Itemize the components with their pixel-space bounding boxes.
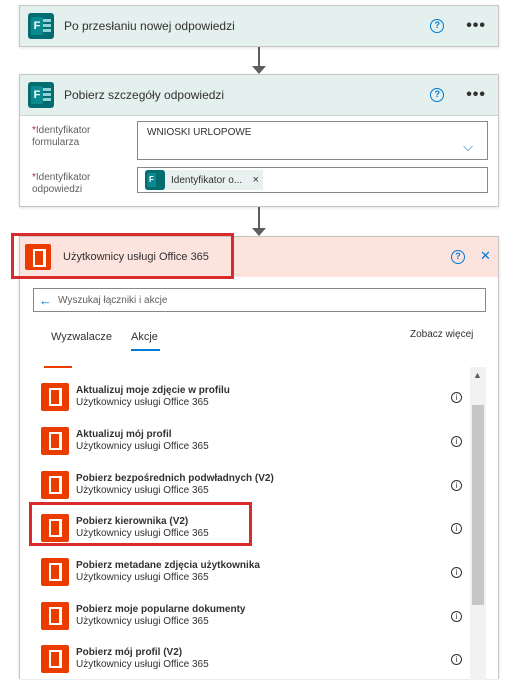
help-icon[interactable]: ? [430, 19, 445, 33]
form-id-dropdown[interactable]: WNIOSKI URLOPOWE ⌵ [137, 121, 488, 160]
action-connector: Użytkownicy usługi Office 365 [76, 485, 209, 496]
info-icon[interactable]: i [451, 479, 462, 491]
action-name: Pobierz mój profil (V2) [76, 647, 183, 658]
info-icon[interactable]: i [451, 435, 462, 447]
action-item[interactable]: Pobierz bezpośrednich podwładnych (V2) Uż… [41, 465, 469, 505]
dynamic-content-token[interactable]: F Identyfikator o... × [145, 170, 263, 190]
remove-token-icon[interactable]: × [253, 174, 259, 186]
action-name: Aktualizuj moje zdjęcie w profilu [76, 385, 230, 396]
office365-icon [41, 558, 69, 586]
form-id-value: WNIOSKI URLOPOWE [147, 127, 252, 138]
highlight-connector-header [11, 233, 234, 279]
more-options-icon[interactable]: ••• [466, 86, 486, 104]
tab-actions-underline [131, 349, 160, 351]
chevron-down-icon[interactable]: ⌵ [463, 139, 473, 155]
search-box[interactable]: ← Wyszukaj łączniki i akcje [33, 288, 486, 312]
get-response-details-card[interactable]: F Pobierz szczegóły odpowiedzi ? ••• *Id… [19, 74, 499, 207]
flow-arrow [252, 66, 266, 74]
scroll-up-icon[interactable]: ▲ [473, 370, 482, 380]
office365-icon [41, 602, 69, 630]
flow-arrow [252, 228, 266, 236]
search-input[interactable]: Wyszukaj łączniki i akcje [58, 295, 167, 306]
scrollbar-thumb[interactable] [472, 405, 484, 605]
help-icon[interactable]: ? [430, 88, 445, 102]
office365-icon [41, 427, 69, 455]
action-item[interactable]: Aktualizuj mój profil Użytkownicy usługi … [41, 421, 469, 461]
action-connector: Użytkownicy usługi Office 365 [76, 659, 209, 670]
response-id-label: *Identyfikator odpowiedzi [32, 172, 91, 195]
action-connector: Użytkownicy usługi Office 365 [76, 572, 209, 583]
trigger-card[interactable]: F Po przesłaniu nowej odpowiedzi ? ••• [19, 5, 499, 47]
action-name: Pobierz bezpośrednich podwładnych (V2) [76, 473, 274, 484]
response-id-field[interactable]: F Identyfikator o... × [137, 167, 488, 193]
action-name: Aktualizuj mój profil [76, 429, 172, 440]
action-item[interactable]: Pobierz mój profil (V2) Użytkownicy usług… [41, 639, 469, 679]
action-name: Pobierz metadane zdjęcia użytkownika [76, 560, 260, 571]
action-item[interactable]: Aktualizuj moje zdjęcie w profilu Użytkow… [41, 377, 469, 417]
office365-icon [41, 645, 69, 673]
close-icon[interactable]: ✕ [480, 248, 491, 264]
details-title[interactable]: Pobierz szczegóły odpowiedzi [64, 88, 430, 102]
info-icon[interactable]: i [451, 566, 462, 578]
form-id-label: *Identyfikator formularza [32, 125, 91, 148]
office365-icon [41, 383, 69, 411]
action-item[interactable]: Pobierz moje popularne dokumenty Użytkown… [41, 596, 469, 636]
info-icon[interactable]: i [451, 391, 462, 403]
flow-connector [258, 207, 260, 229]
trigger-title[interactable]: Po przesłaniu nowej odpowiedzi [64, 19, 430, 33]
token-label: Identyfikator o... [171, 174, 243, 186]
info-icon[interactable]: i [451, 653, 462, 665]
highlight-get-manager-action [29, 502, 252, 546]
info-icon[interactable]: i [451, 610, 462, 622]
section-divider [44, 366, 72, 368]
help-icon[interactable]: ? [451, 250, 465, 264]
office365-icon [41, 471, 69, 499]
action-name: Pobierz moje popularne dokumenty [76, 604, 246, 615]
more-options-icon[interactable]: ••• [466, 17, 486, 35]
action-item[interactable]: Pobierz metadane zdjęcia użytkownika Użyt… [41, 552, 469, 592]
tab-actions[interactable]: Akcje [131, 331, 158, 343]
forms-icon: F [28, 82, 54, 108]
see-more-link[interactable]: Zobacz więcej [410, 329, 473, 340]
action-connector: Użytkownicy usługi Office 365 [76, 441, 209, 452]
action-connector: Użytkownicy usługi Office 365 [76, 397, 209, 408]
back-arrow-icon[interactable]: ← [39, 293, 52, 308]
forms-icon: F [28, 13, 54, 39]
forms-icon: F [145, 170, 165, 190]
flow-connector [258, 47, 260, 67]
action-connector: Użytkownicy usługi Office 365 [76, 616, 209, 627]
info-icon[interactable]: i [451, 522, 462, 534]
tab-triggers[interactable]: Wyzwalacze [51, 331, 112, 343]
